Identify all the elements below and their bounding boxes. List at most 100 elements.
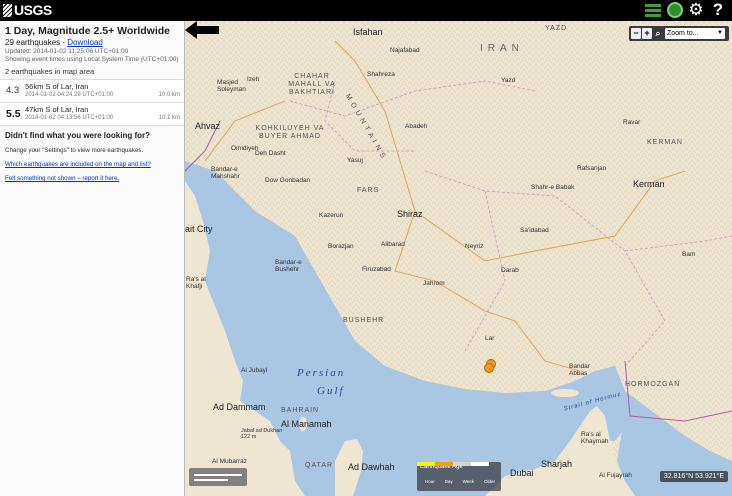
map-view[interactable]: IRAN YAZD KERMAN HORMOZGAN FARS BUSHEHR … <box>185 21 732 496</box>
map-label-bandar-abbas: Bandar Abbas <box>569 363 590 377</box>
earthquake-list-panel: 1 Day, Magnitude 2.5+ Worldwide 29 earth… <box>0 21 185 496</box>
map-label-abadeh: Abadeh <box>405 123 428 130</box>
map-label-bam: Bam <box>682 251 696 258</box>
earthquake-age-legend: Earthquake Age Hour Day Week Older <box>417 462 501 491</box>
usgs-logo-text: USGS <box>14 2 52 18</box>
map-label-sharjah: Sharjah <box>541 459 573 469</box>
map-label-dammam: Ad Dammam <box>213 402 266 412</box>
map-label-manamah: Al Manamah <box>281 419 332 429</box>
search-icon[interactable]: ⌕ <box>653 28 663 39</box>
depth: 10.0 km <box>158 92 180 98</box>
qeshm-island <box>551 389 579 397</box>
map-label-kuwait-city: ait City <box>185 224 213 234</box>
annotation-arrow-icon <box>185 21 219 39</box>
place: 47km S of Lar, Iran <box>25 105 89 114</box>
feed-title: 1 Day, Magnitude 2.5+ Worldwide <box>5 25 171 37</box>
map-label-darab: Darab <box>501 267 519 274</box>
earthquake-count: 29 earthquakes - Download <box>5 38 179 47</box>
help-section: Didn't find what you were looking for? C… <box>0 126 184 194</box>
zoom-in-button[interactable]: + <box>642 28 652 39</box>
usgs-logo[interactable]: USGS <box>3 2 52 18</box>
zoom-to-select[interactable]: Zoom to... ▼ <box>665 28 725 39</box>
map-label-neyriz: Neyriz <box>465 243 484 250</box>
earthquake-marker[interactable] <box>484 363 494 373</box>
included-earthquakes-link[interactable]: Which earthquakes are included on the ma… <box>5 161 179 168</box>
map-label-firuzabad: Firuzabad <box>362 266 391 273</box>
updated-timestamp: Updated: 2014-01-02 11:25:06 UTC+01:00 <box>5 48 129 55</box>
map-label-shahreza: Shahreza <box>367 71 395 78</box>
map-label-qatar: QATAR <box>305 462 334 469</box>
legend-swatch <box>417 462 435 466</box>
event-time: 2014-01-02 04:24:29 UTC+01:00 <box>25 92 114 98</box>
map-label-mahshahr: Bandar-e Mahshahr <box>211 166 240 180</box>
map-label-jabal-dukhan: Jabal ad Dukhan 122 m <box>241 428 283 440</box>
map-label-bushehr: Bandar-e Bushehr <box>275 259 302 273</box>
map-label-borazjan: Borazjan <box>328 243 354 250</box>
map-area-count: 2 earthquakes in map area <box>5 67 95 76</box>
download-link[interactable]: Download <box>67 38 103 47</box>
map-label-shahr-e-babak: Shahr-e Babak <box>531 184 575 191</box>
earthquake-item[interactable]: 5.5 47km S of Lar, Iran 2014-01-02 04:13… <box>0 102 184 125</box>
list-header: 1 Day, Magnitude 2.5+ Worldwide 29 earth… <box>0 21 184 76</box>
map-label-saidabad: Sa'idabad <box>520 227 549 234</box>
legend-color-bar <box>417 462 489 466</box>
map-label-ahvaz: Ahvaz <box>195 121 221 131</box>
map-label-gonbadan: Dow Gonbadan <box>265 177 311 184</box>
map-label-alibarad: Alibarad <box>381 241 405 248</box>
map-label-ras-al-khafji: Ra's al Khafji <box>186 276 206 290</box>
legend-label: Hour <box>424 479 435 484</box>
legend-swatch <box>453 462 471 466</box>
help-heading: Didn't find what you were looking for? <box>5 131 151 140</box>
map-label-rafsanjan: Rafsanjan <box>577 165 607 172</box>
map-label-shiraz: Shiraz <box>397 209 423 219</box>
map-label-lar: Lar <box>485 335 495 342</box>
map-label-kerman-region: KERMAN <box>647 139 683 146</box>
help-icon[interactable]: ? <box>710 1 726 18</box>
scale-bar <box>194 479 228 481</box>
depth: 10.1 km <box>158 115 180 121</box>
legend-label: Day <box>444 479 453 484</box>
map-scale <box>189 468 247 486</box>
map-label-hormozgan: HORMOZGAN <box>625 381 681 388</box>
map-label-kerman: Kerman <box>633 179 665 189</box>
earthquake-list: 4.3 56km S of Lar, Iran 2014-01-02 04:24… <box>0 79 184 126</box>
scale-bar <box>194 474 242 476</box>
legend-labels: Hour Day Week Older <box>420 479 500 484</box>
legend-label: Week <box>462 479 475 484</box>
map-label-dubai: Dubai <box>510 468 534 478</box>
map-label-doha: Ad Dawhah <box>348 462 395 472</box>
legend-swatch <box>471 462 489 466</box>
map-label-ras-al-khaymah: Ra's al Khaymah <box>581 431 609 445</box>
legend-swatch <box>435 462 453 466</box>
map-label-persian: Persian <box>297 367 346 379</box>
map-label-fars: FARS <box>357 187 380 194</box>
map-label-yazd-region: YAZD <box>545 25 568 32</box>
map-label-mubarraz: Al Mubarraz <box>212 458 248 465</box>
map-label-chahar-mahall: CHAHAR MAHALL VA BAKHTIARI <box>288 73 336 96</box>
map-label-gulf: Gulf <box>317 385 345 397</box>
usgs-wave-icon <box>3 4 12 17</box>
event-time: 2014-01-02 04:13:56 UTC+01:00 <box>25 115 114 121</box>
map-label-ravar: Ravar <box>623 119 641 126</box>
map-label-iran: IRAN <box>480 43 524 54</box>
map-basemap <box>185 21 732 496</box>
list-icon[interactable] <box>645 2 661 18</box>
map-label-jahrom: Jahrom <box>423 280 445 287</box>
place: 56km S of Lar, Iran <box>25 82 89 91</box>
cursor-coordinates: 32.816°N 53.921°E <box>659 471 728 482</box>
gear-icon[interactable]: ⚙ <box>688 1 704 18</box>
map-label-jubayl: Al Jubayl <box>241 367 268 374</box>
map-label-izeh: Izeh <box>247 76 260 83</box>
zoom-controls: − + ⌕ Zoom to... ▼ <box>629 26 729 41</box>
map-label-bahrain: BAHRAIN <box>281 407 320 414</box>
zoom-out-button[interactable]: − <box>631 28 641 39</box>
map-label-kazerun: Kazerun <box>319 212 344 219</box>
magnitude: 5.5 <box>6 108 21 120</box>
globe-icon[interactable] <box>667 2 683 18</box>
magnitude: 4.3 <box>6 85 20 96</box>
legend-label: Older <box>483 479 495 484</box>
map-label-isfahan: Isfahan <box>353 27 383 37</box>
report-felt-link[interactable]: Felt something not shown – report it her… <box>5 175 179 182</box>
timezone-note: Showing event times using Local System T… <box>5 56 179 63</box>
earthquake-item[interactable]: 4.3 56km S of Lar, Iran 2014-01-02 04:24… <box>0 79 184 102</box>
